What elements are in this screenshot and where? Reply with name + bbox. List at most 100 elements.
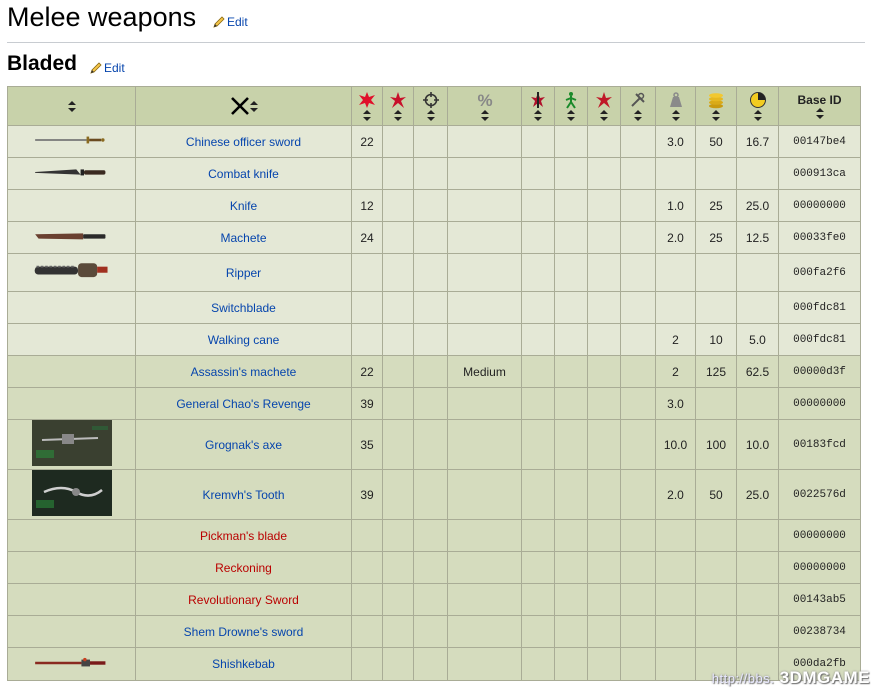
- sort-icon: [634, 110, 642, 121]
- cell-dmg: [351, 323, 383, 356]
- weapon-name-cell: Walking cane: [135, 323, 352, 356]
- cell-c6: [554, 551, 588, 584]
- header-repair[interactable]: [620, 86, 656, 126]
- table-row: Revolutionary Sword 00143ab5: [7, 583, 861, 616]
- ripper-thumbnail[interactable]: [32, 263, 112, 287]
- cell-c3: [413, 519, 448, 552]
- weapon-name-cell: Assassin's machete: [135, 355, 352, 388]
- header-name[interactable]: [135, 86, 352, 126]
- weapon-name-link[interactable]: Reckoning: [215, 561, 272, 575]
- weapon-name-link[interactable]: Pickman's blade: [200, 529, 287, 543]
- cell-c3: [413, 125, 448, 158]
- sort-icon: [394, 110, 402, 121]
- cell-weight: [655, 291, 696, 324]
- limb-damage-icon: [596, 92, 612, 108]
- title-edit-link[interactable]: Edit: [213, 15, 248, 29]
- value-coins-icon: [709, 93, 723, 109]
- cell-value: 50: [695, 125, 737, 158]
- cell-id: 000913ca: [778, 157, 861, 190]
- weapon-name-link[interactable]: Walking cane: [208, 333, 280, 347]
- weapon-image-cell[interactable]: [7, 253, 136, 292]
- weapon-name-link[interactable]: Shishkebab: [212, 657, 275, 671]
- cell-c6: [554, 387, 588, 420]
- header-accuracy[interactable]: [413, 86, 448, 126]
- table-row: Pickman's blade 00000000: [7, 519, 861, 552]
- header-speed[interactable]: [736, 86, 779, 126]
- cell-c5: [521, 647, 555, 681]
- cell-c4: [447, 469, 522, 520]
- table-row: Knife 12 1.0 25 25.0 00000000: [7, 189, 861, 222]
- weapon-image-cell[interactable]: [7, 125, 136, 158]
- header-value[interactable]: [695, 86, 737, 126]
- weapon-name-link[interactable]: Switchblade: [211, 301, 276, 315]
- cell-weight: 2.0: [655, 469, 696, 520]
- cell-spd: [736, 291, 779, 324]
- header-weight[interactable]: [655, 86, 696, 126]
- cell-c6: [554, 583, 588, 616]
- pencil-icon: [213, 16, 225, 28]
- table-row: Walking cane 2 10 5.0 000fdc81: [7, 323, 861, 356]
- shishkebab-thumbnail[interactable]: [32, 657, 112, 672]
- header-image[interactable]: [7, 86, 136, 126]
- cell-value: 25: [695, 189, 737, 222]
- machete-thumbnail[interactable]: [32, 231, 112, 245]
- cell-id: 00000000: [778, 519, 861, 552]
- weapon-image-cell[interactable]: [7, 221, 136, 254]
- weapon-name-link[interactable]: General Chao's Revenge: [176, 397, 310, 411]
- section-edit-link[interactable]: Edit: [90, 61, 125, 75]
- page-title: Melee weapons: [7, 2, 197, 32]
- cell-c6: [554, 125, 588, 158]
- title-edit-label: Edit: [227, 15, 248, 29]
- cell-c5: [521, 157, 555, 190]
- weapon-image-cell[interactable]: [7, 469, 136, 520]
- cell-weight: 2: [655, 323, 696, 356]
- header-limb-damage[interactable]: [587, 86, 621, 126]
- cell-c6: [554, 419, 588, 470]
- bleed-icon: [531, 92, 545, 108]
- weapon-name-link[interactable]: Shem Drowne's sword: [184, 625, 304, 639]
- header-damage[interactable]: [351, 86, 383, 126]
- action-points-icon: [565, 92, 577, 109]
- weapon-name-link[interactable]: Chinese officer sword: [186, 135, 301, 149]
- speed-icon: [749, 92, 766, 108]
- cell-c8: [620, 291, 656, 324]
- knife-thumbnail[interactable]: [32, 167, 112, 181]
- sword-thumbnail[interactable]: [32, 135, 112, 149]
- weapon-name-link[interactable]: Combat knife: [208, 167, 279, 181]
- cell-c5: [521, 519, 555, 552]
- weapon-name-link[interactable]: Knife: [230, 199, 257, 213]
- header-action-points[interactable]: [554, 86, 588, 126]
- header-percent[interactable]: %: [447, 86, 522, 126]
- weapon-image-cell: [7, 355, 136, 388]
- weapon-image-cell[interactable]: [7, 419, 136, 470]
- grognak-thumbnail[interactable]: [31, 420, 112, 469]
- weapon-image-cell[interactable]: [7, 157, 136, 190]
- cell-c3: [413, 291, 448, 324]
- header-base-id[interactable]: Base ID: [778, 86, 861, 126]
- weapon-name-link[interactable]: Ripper: [226, 266, 261, 280]
- cell-id: 00000000: [778, 189, 861, 222]
- cell-c2: [382, 157, 414, 190]
- cell-id: 00143ab5: [778, 583, 861, 616]
- weapons-table: % Base ID Chinese officer sword 22 3.0 5…: [7, 86, 861, 681]
- header-bleed[interactable]: [521, 86, 555, 126]
- cell-value: 25: [695, 221, 737, 254]
- weapon-name-link[interactable]: Revolutionary Sword: [188, 593, 299, 607]
- cell-c5: [521, 221, 555, 254]
- cell-c7: [587, 125, 621, 158]
- section-title: Bladed: [7, 52, 78, 75]
- table-row: Reckoning 00000000: [7, 551, 861, 584]
- weapon-name-link[interactable]: Machete: [220, 231, 266, 245]
- cell-c8: [620, 387, 656, 420]
- weapon-name-link[interactable]: Grognak's axe: [205, 438, 282, 452]
- weapon-name-link[interactable]: Kremvh's Tooth: [202, 488, 284, 502]
- header-critical[interactable]: [382, 86, 414, 126]
- cell-c8: [620, 615, 656, 648]
- cell-c3: [413, 419, 448, 470]
- cell-dmg: 39: [351, 387, 383, 420]
- kremvh-thumbnail[interactable]: [31, 470, 112, 519]
- weapon-name-link[interactable]: Assassin's machete: [191, 365, 297, 379]
- cell-weight: [655, 647, 696, 681]
- weapon-image-cell[interactable]: [7, 647, 136, 681]
- cell-c2: [382, 583, 414, 616]
